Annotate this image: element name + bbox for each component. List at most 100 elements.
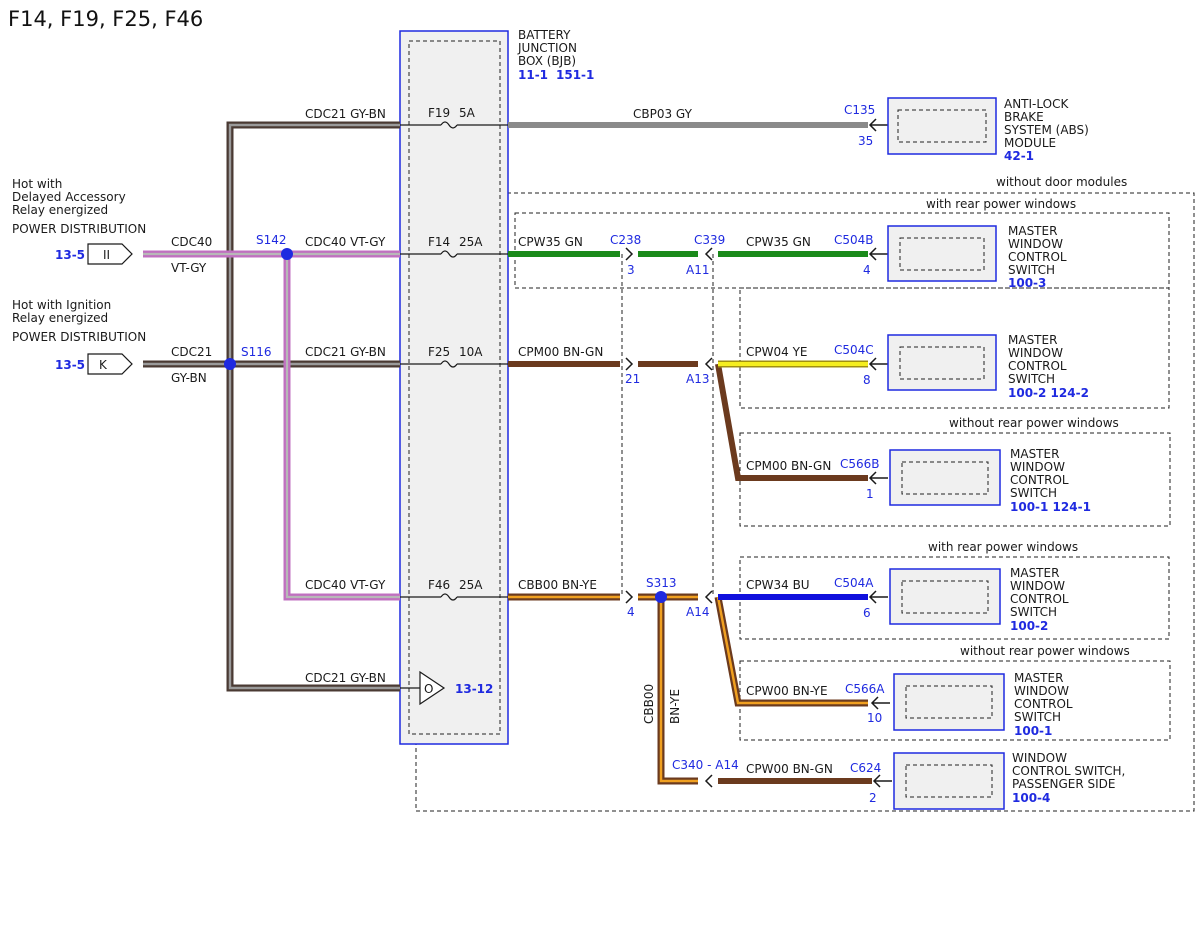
module-mwcs-3-l2: WINDOW — [1010, 460, 1065, 474]
module-mwcs-4-l3: CONTROL — [1010, 592, 1069, 606]
module-mwcs-5-ref: 100-1 — [1014, 724, 1052, 738]
module-abs-l1: ANTI-LOCK — [1004, 97, 1069, 111]
module-pass-l3: PASSENGER SIDE — [1012, 777, 1115, 791]
module-mwcs-1-ref: 100-3 — [1008, 276, 1046, 290]
conn-c566b-pin: 1 — [866, 487, 874, 501]
fuse-f14-label: F14 — [428, 235, 450, 249]
wire-gy-bn-trunk — [143, 121, 400, 692]
wire-label-cpm00b: CPM00 BN-GN — [746, 459, 831, 473]
module-mwcs-3-l3: CONTROL — [1010, 473, 1069, 487]
module-mwcs-2-l3: CONTROL — [1008, 359, 1067, 373]
conn-c135: C135 — [844, 103, 875, 117]
module-mwcs-4-l4: SWITCH — [1010, 605, 1057, 619]
wire-label-vert-col: BN-YE — [668, 689, 682, 724]
wire-label-f46-in: CDC40 VT-GY — [305, 578, 386, 592]
bjb-name-2: JUNCTION — [517, 41, 577, 55]
conn-c339-pin: A11 — [686, 263, 709, 277]
conn-pin-a13: A13 — [686, 372, 709, 386]
wire-vt-gy — [143, 250, 400, 601]
wire-label-cpw04: CPW04 YE — [746, 345, 807, 359]
wire-label-cpm00: CPM00 BN-GN — [518, 345, 603, 359]
module-abs-l3: SYSTEM (ABS) — [1004, 123, 1089, 137]
ground-ref: 13-12 — [455, 682, 493, 696]
conn-c504b: C504B — [834, 233, 874, 247]
module-mwcs-1-l1: MASTER — [1008, 224, 1057, 238]
label-with-rear-2: with rear power windows — [928, 540, 1078, 554]
conn-c238: C238 — [610, 233, 641, 247]
module-pass-l2: CONTROL SWITCH, — [1012, 764, 1125, 778]
bjb-box — [399, 30, 509, 745]
power2-ref: 13-5 — [55, 358, 85, 372]
module-mwcs-3-l1: MASTER — [1010, 447, 1059, 461]
power1-pin: II — [103, 248, 110, 262]
module-mwcs-4-l2: WINDOW — [1010, 579, 1065, 593]
conn-pin-21: 21 — [625, 372, 640, 386]
power1-line1: Hot with — [12, 177, 62, 191]
conn-c504a: C504A — [834, 576, 874, 590]
module-pass-ref: 100-4 — [1012, 791, 1050, 805]
fuse-f14-amps: 25A — [459, 235, 483, 249]
fuse-f46-label: F46 — [428, 578, 450, 592]
fuse-f25-amps: 10A — [459, 345, 483, 359]
conn-c504c: C504C — [834, 343, 874, 357]
power2-line1: Hot with Ignition — [12, 298, 111, 312]
power1-dist: POWER DISTRIBUTION — [12, 222, 146, 236]
module-mwcs-2-l4: SWITCH — [1008, 372, 1055, 386]
module-mwcs-5 — [893, 673, 1005, 731]
module-passenger-switch — [893, 752, 1005, 810]
module-mwcs-3 — [889, 449, 1001, 506]
diagram-title: F14, F19, F25, F46 — [8, 7, 203, 31]
conn-c624-pin: 2 — [869, 791, 877, 805]
power2-pin-shape — [87, 353, 133, 375]
module-mwcs-3-l4: SWITCH — [1010, 486, 1057, 500]
splice-s313 — [655, 591, 667, 603]
wire-label-cpw00b: CPW00 BN-GN — [746, 762, 833, 776]
module-mwcs-2 — [887, 334, 997, 391]
conn-c504c-pin: 8 — [863, 373, 871, 387]
power1-circuit: CDC40 — [171, 235, 212, 249]
module-mwcs-2-ref: 100-2 124-2 — [1008, 386, 1089, 400]
power1-line2: Delayed Accessory — [12, 190, 126, 204]
conn-pin-a14: A14 — [686, 605, 709, 619]
power1-line3: Relay energized — [12, 203, 108, 217]
conn-c624: C624 — [850, 761, 881, 775]
conn-c339: C339 — [694, 233, 725, 247]
bjb-name-1: BATTERY — [518, 28, 571, 42]
module-mwcs-1-l4: SWITCH — [1008, 263, 1055, 277]
module-mwcs-5-l2: WINDOW — [1014, 684, 1069, 698]
group-with-rear-1 — [514, 212, 1170, 289]
label-with-rear-1: with rear power windows — [926, 197, 1076, 211]
module-mwcs-1-l2: WINDOW — [1008, 237, 1063, 251]
conn-c238-pin: 3 — [627, 263, 635, 277]
fuse-f19-label: F19 — [428, 106, 450, 120]
module-abs-l4: MODULE — [1004, 136, 1056, 150]
module-mwcs-4 — [889, 568, 1001, 625]
power2-color: GY-BN — [171, 371, 207, 385]
bjb-ref-2: 151-1 — [556, 68, 594, 82]
splice-s142 — [281, 248, 293, 260]
module-pass-l1: WINDOW — [1012, 751, 1067, 765]
power2-line2: Relay energized — [12, 311, 108, 325]
power2-dist: POWER DISTRIBUTION — [12, 330, 146, 344]
module-mwcs-4-l1: MASTER — [1010, 566, 1059, 580]
conn-c566a-pin: 10 — [867, 711, 882, 725]
conn-c566a: C566A — [845, 682, 885, 696]
wire-label-cbb00: CBB00 BN-YE — [518, 578, 597, 592]
label-without-rear-1: without rear power windows — [949, 416, 1119, 430]
module-mwcs-5-l4: SWITCH — [1014, 710, 1061, 724]
fuse-f46-amps: 25A — [459, 578, 483, 592]
module-mwcs-1 — [887, 225, 997, 282]
module-abs-ref: 42-1 — [1004, 149, 1034, 163]
conn-c566b: C566B — [840, 457, 880, 471]
power2-pin: K — [99, 358, 108, 372]
wire-label-cpw35b: CPW35 GN — [746, 235, 811, 249]
module-mwcs-5-l3: CONTROL — [1014, 697, 1073, 711]
label-without-door-modules: without door modules — [996, 175, 1127, 189]
conn-c504a-pin: 6 — [863, 606, 871, 620]
bjb-name-3: BOX (BJB) — [518, 54, 576, 68]
conn-c135-pin: 35 — [858, 134, 873, 148]
module-mwcs-3-ref: 100-1 124-1 — [1010, 500, 1091, 514]
label-s116: S116 — [241, 345, 272, 359]
wire-label-cpw34: CPW34 BU — [746, 578, 810, 592]
wiring-diagram: F14, F19, F25, F46 without door modules … — [8, 7, 1195, 812]
